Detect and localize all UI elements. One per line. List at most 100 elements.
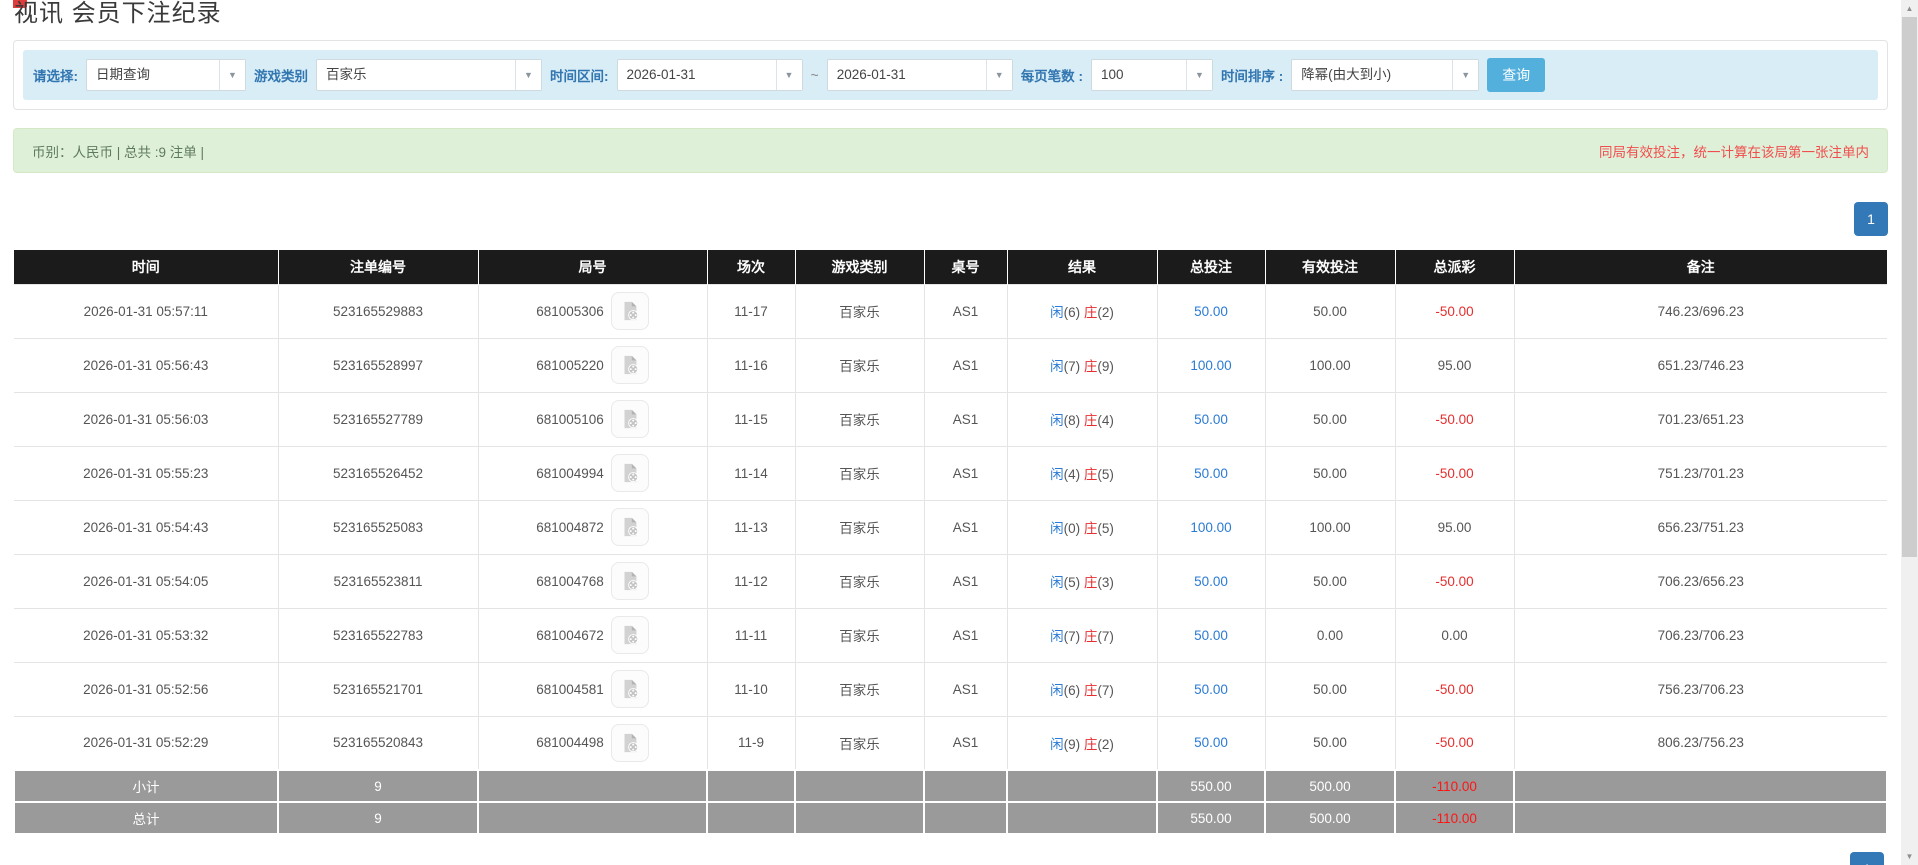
chevron-down-icon[interactable]: ▼ [775,60,802,90]
table-row: 2026-01-31 05:53:32 523165522783 6810046… [14,607,1887,663]
result-banker-label: 庄 [1083,413,1098,428]
game-type-cell: 百家乐 [794,715,925,771]
session-cell: 11-11 [706,607,796,663]
chevron-down-icon[interactable]: ▼ [985,60,1012,90]
result-cell: 闲(7) 庄(9) [1006,337,1158,393]
chevron-down-icon[interactable]: ▼ [219,60,245,90]
total-bet-cell: 50.00 [1156,553,1266,609]
page-header: 视讯 会员下注纪录 [13,0,1888,36]
result-cell: 闲(9) 庄(2) [1006,715,1158,771]
col-bet-no: 注单编号 [278,250,479,284]
result-player-label: 闲 [1050,467,1064,482]
vertical-scrollbar[interactable]: ▲ ▼ [1901,0,1918,865]
col-valid-bet: 有效投注 [1265,250,1396,284]
result-banker-label: 庄 [1083,736,1098,752]
scroll-down-icon[interactable]: ▼ [1901,848,1918,865]
query-type-select[interactable]: 日期查询 ▼ [86,59,246,91]
result-player-label: 闲 [1050,305,1064,320]
col-round-no: 局号 [478,250,708,284]
scrollbar-thumb[interactable] [1902,17,1917,557]
game-type-cell: 百家乐 [794,391,925,447]
time-cell: 2026-01-31 05:57:11 [14,283,279,339]
video-file-icon [624,301,639,321]
video-file-icon [624,571,639,591]
table-no-cell: AS1 [923,337,1008,393]
round-no-cell: 681005220 [477,337,708,393]
round-no-cell: 681005106 [477,391,708,447]
game-type-label: 游戏类别 [254,69,308,84]
valid-bet-cell: 50.00 [1264,445,1396,501]
result-player-score: (8) [1063,413,1081,428]
video-replay-button[interactable] [610,508,649,546]
result-player-label: 闲 [1050,521,1064,536]
table-no-cell: AS1 [923,715,1008,771]
page-1-button-bottom[interactable]: 1 [1850,852,1884,865]
video-replay-button[interactable] [610,400,649,438]
date-to-select[interactable]: 2026-01-31 ▼ [826,59,1013,91]
video-file-icon [624,463,639,483]
pagination-top: 1 [13,202,1888,236]
result-cell: 闲(8) 庄(4) [1006,391,1158,447]
round-no-value: 681004672 [536,627,604,643]
query-button[interactable]: 查询 [1487,58,1546,92]
result-banker-label: 庄 [1083,467,1098,482]
video-replay-button[interactable] [610,346,649,384]
session-cell: 11-14 [706,445,796,501]
video-replay-button[interactable] [610,616,649,654]
date-from-select[interactable]: 2026-01-31 ▼ [616,59,803,91]
valid-bet-cell: 50.00 [1264,283,1396,339]
bet-no-cell: 523165525083 [277,499,479,555]
bet-records-table: 时间 注单编号 局号 场次 游戏类别 桌号 结果 总投注 有效投注 总派彩 备注… [13,250,1888,835]
bet-no-cell: 523165526452 [277,445,479,501]
summary-bar: 币别：人民币 | 总共 :9 注单 | 同局有效投注，统一计算在该局第一张注单内 [13,128,1888,173]
subtotal-count: 9 [277,769,479,803]
payout-cell: 95.00 [1394,499,1515,555]
session-cell: 11-12 [706,553,796,609]
remark-cell: 651.23/746.23 [1513,337,1887,393]
valid-bet-cell: 50.00 [1264,715,1396,771]
result-cell: 闲(6) 庄(7) [1006,661,1158,717]
table-no-cell: AS1 [923,445,1008,501]
page-title: 视讯 会员下注纪录 [14,0,222,27]
video-file-icon [624,409,639,429]
video-replay-button[interactable] [610,562,649,600]
table-no-cell: AS1 [923,553,1008,609]
video-replay-button[interactable] [610,723,649,762]
page-1-button[interactable]: 1 [1854,202,1888,236]
query-type-value: 日期查询 [96,67,150,82]
video-replay-button[interactable] [610,670,649,708]
result-banker-score: (5) [1097,467,1114,482]
video-replay-button[interactable] [610,454,649,492]
result-banker-score: (2) [1097,736,1114,752]
chevron-down-icon[interactable]: ▼ [515,60,541,90]
col-total-bet: 总投注 [1157,250,1266,284]
chevron-down-icon[interactable]: ▼ [1452,60,1479,90]
game-type-select[interactable]: 百家乐 ▼ [316,59,542,91]
result-banker-label: 庄 [1083,305,1098,320]
payout-cell: -50.00 [1394,283,1515,339]
page-size-select[interactable]: 100 ▼ [1090,59,1213,91]
time-sort-select[interactable]: 降幂(由大到小) ▼ [1291,59,1480,91]
chevron-down-icon[interactable]: ▼ [1185,60,1212,90]
bet-no-cell: 523165521701 [277,661,479,717]
time-cell: 2026-01-31 05:55:23 [14,445,279,501]
filter-panel: 请选择: 日期查询 ▼ 游戏类别 百家乐 ▼ 时间区间: 2026-01-31 … [13,40,1888,110]
valid-bet-notice-text: 同局有效投注，统一计算在该局第一张注单内 [1599,144,1869,160]
video-replay-button[interactable] [610,292,649,330]
total-bet-cell: 50.00 [1156,607,1266,663]
col-session: 场次 [707,250,796,284]
col-remark: 备注 [1514,250,1887,284]
col-result: 结果 [1007,250,1158,284]
col-time: 时间 [14,250,279,284]
scroll-up-icon[interactable]: ▲ [1901,0,1918,17]
currency-total-text: 币别：人民币 | 总共 :9 注单 | [32,144,205,160]
payout-cell: 0.00 [1394,607,1515,663]
video-file-icon [624,625,639,645]
page-size-label: 每页笔数 : [1020,69,1083,84]
valid-bet-cell: 50.00 [1264,661,1396,717]
result-player-score: (0) [1063,521,1081,536]
grand-total-count: 9 [277,801,479,835]
payout-cell: 95.00 [1394,337,1515,393]
result-player-label: 闲 [1050,736,1064,752]
total-bet-cell: 50.00 [1156,715,1266,771]
